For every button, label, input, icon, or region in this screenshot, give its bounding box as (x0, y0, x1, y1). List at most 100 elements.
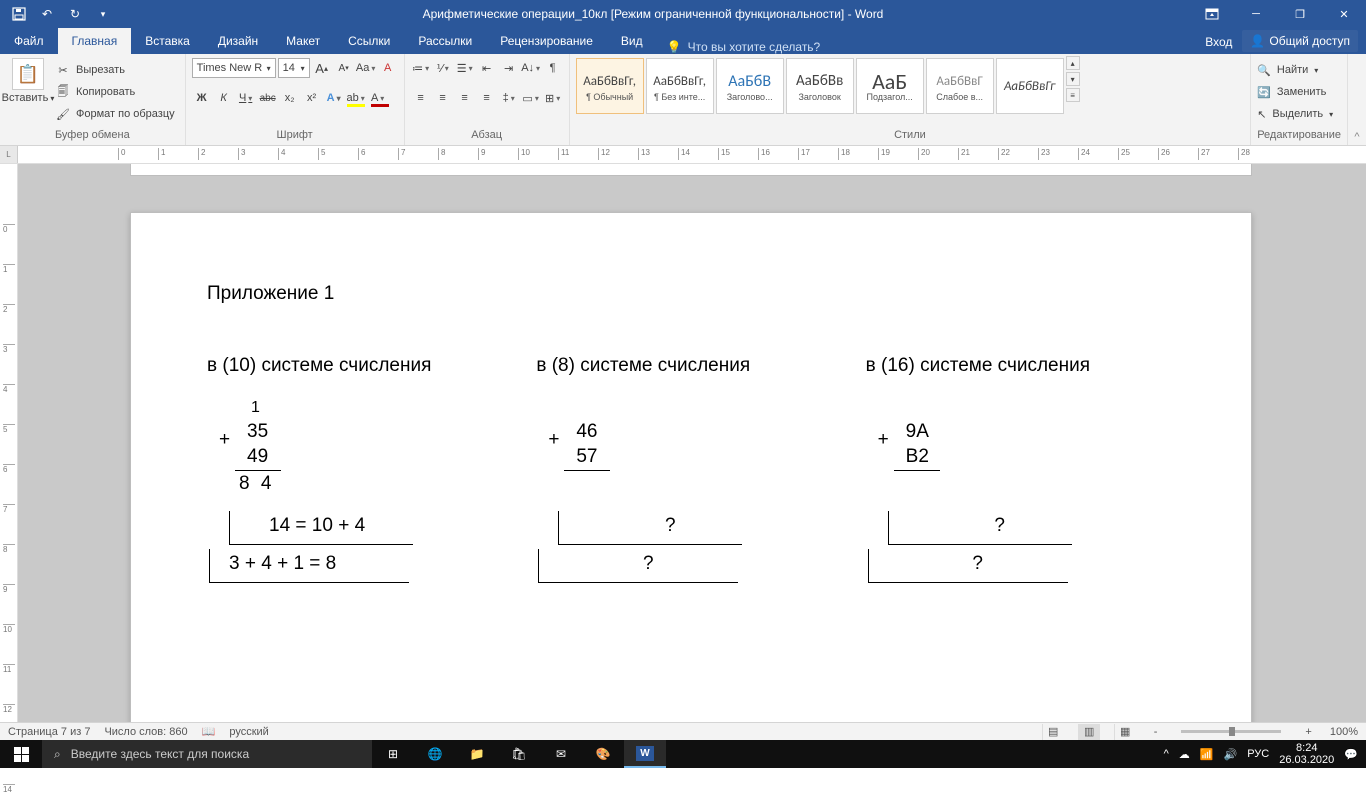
find-button[interactable]: 🔍Найти ▾ (1257, 60, 1333, 80)
ruler-horizontal[interactable]: L 01234567891011121314151617181920212223… (0, 146, 1366, 164)
select-button[interactable]: ↖Выделить ▾ (1257, 104, 1333, 124)
zoom-level[interactable]: 100% (1330, 726, 1358, 738)
save-icon[interactable] (6, 2, 32, 26)
subscript-button[interactable]: x₂ (280, 88, 300, 108)
font-name-select[interactable]: Times New R▾ (192, 58, 276, 78)
styles-more[interactable]: ▴▾≡ (1066, 56, 1080, 102)
status-words[interactable]: Число слов: 860 (104, 726, 187, 738)
undo-icon[interactable]: ↶ (34, 2, 60, 26)
grow-font-button[interactable]: A▴ (312, 58, 332, 78)
text-effects-button[interactable]: A (324, 88, 344, 108)
style-subtle[interactable]: АаБбВвГСлабое в... (926, 58, 994, 114)
tray-lang[interactable]: РУС (1247, 748, 1269, 760)
ribbon-options-icon[interactable] (1190, 0, 1234, 28)
redo-icon[interactable]: ↻ (62, 2, 88, 26)
tab-insert[interactable]: Вставка (131, 28, 204, 54)
justify-button[interactable]: ≡ (477, 88, 497, 108)
tray-onedrive-icon[interactable]: ☁ (1179, 748, 1190, 761)
style-heading1[interactable]: АаБбВЗаголово... (716, 58, 784, 114)
tab-review[interactable]: Рецензирование (486, 28, 607, 54)
view-print-button[interactable]: ▥ (1078, 724, 1100, 740)
taskbar-clock[interactable]: 8:24 26.03.2020 (1279, 742, 1334, 766)
tell-me[interactable]: 💡 Что вы хотите сделать? (657, 40, 821, 54)
share-button[interactable]: 👤 Общий доступ (1242, 30, 1358, 52)
start-button[interactable] (0, 740, 42, 768)
collapse-ribbon-button[interactable]: ^ (1348, 54, 1366, 145)
superscript-button[interactable]: x² (302, 88, 322, 108)
sort-button[interactable]: A↓ (521, 58, 541, 78)
borders-button[interactable]: ⊞ (543, 88, 563, 108)
bold-button[interactable]: Ж (192, 88, 212, 108)
align-center-button[interactable]: ≡ (433, 88, 453, 108)
inc-indent-button[interactable]: ⇥ (499, 58, 519, 78)
numbering-button[interactable]: ⅟ (433, 58, 453, 78)
tab-mailings[interactable]: Рассылки (404, 28, 486, 54)
paste-button[interactable]: 📋 Вставить▾ (6, 56, 50, 104)
tab-references[interactable]: Ссылки (334, 28, 404, 54)
document-content[interactable]: Приложение 1 в (10) системе счисления 1 … (207, 283, 1175, 583)
store-icon[interactable]: 🛍 (498, 740, 540, 768)
clear-format-button[interactable]: A (378, 58, 398, 78)
tab-file[interactable]: Файл (0, 28, 58, 54)
view-web-button[interactable]: ▦ (1114, 724, 1136, 740)
spellcheck-icon[interactable]: 📖 (202, 725, 216, 738)
zoom-in-button[interactable]: + (1301, 726, 1315, 738)
action-center-icon[interactable]: 💬 (1344, 748, 1358, 761)
multilevel-button[interactable]: ☰ (455, 58, 475, 78)
tray-volume-icon[interactable]: 🔊 (1224, 748, 1238, 761)
quick-access-toolbar: ↶ ↻ ▾ (0, 2, 116, 26)
minimize-icon[interactable]: ─ (1234, 0, 1278, 28)
tray-chevron-icon[interactable]: ^ (1164, 748, 1169, 760)
edge-icon[interactable]: 🌐 (414, 740, 456, 768)
style-subtitle[interactable]: АаБПодзагол... (856, 58, 924, 114)
tab-design[interactable]: Дизайн (204, 28, 272, 54)
document-scroll[interactable]: Приложение 1 в (10) системе счисления 1 … (18, 164, 1366, 722)
view-read-button[interactable]: ▤ (1042, 724, 1064, 740)
tray-wifi-icon[interactable]: 📶 (1200, 748, 1214, 761)
replace-button[interactable]: 🔄Заменить (1257, 82, 1333, 102)
line-spacing-button[interactable]: ‡ (499, 88, 519, 108)
show-marks-button[interactable]: ¶ (543, 58, 563, 78)
shading-button[interactable]: ▭ (521, 88, 541, 108)
cut-button[interactable]: ✂Вырезать (56, 60, 175, 80)
strike-button[interactable]: abc (258, 88, 278, 108)
style-title[interactable]: АаБбВвЗаголовок (786, 58, 854, 114)
highlight-button[interactable]: ab (346, 88, 366, 108)
font-size-select[interactable]: 14▾ (278, 58, 310, 78)
format-painter-button[interactable]: 🖌Формат по образцу (56, 104, 175, 124)
signin-link[interactable]: Вход (1205, 35, 1232, 49)
style-normal[interactable]: АаБбВвГг,¶ Обычный (576, 58, 644, 114)
bullets-button[interactable]: ≔ (411, 58, 431, 78)
change-case-button[interactable]: Aa (356, 58, 376, 78)
status-page[interactable]: Страница 7 из 7 (8, 726, 90, 738)
paint-icon[interactable]: 🎨 (582, 740, 624, 768)
close-icon[interactable]: ✕ (1322, 0, 1366, 28)
ruler-vertical[interactable]: 01234567891011121314 (0, 164, 18, 722)
style-emphasis[interactable]: АаБбВвГг (996, 58, 1064, 114)
explorer-icon[interactable]: 📁 (456, 740, 498, 768)
font-color-button[interactable]: A (368, 88, 388, 108)
scissors-icon: ✂ (56, 64, 70, 77)
underline-button[interactable]: Ч (236, 88, 256, 108)
copy-button[interactable]: 🗐Копировать (56, 82, 175, 102)
maximize-icon[interactable]: ❐ (1278, 0, 1322, 28)
plus-sign: + (878, 427, 889, 453)
zoom-out-button[interactable]: - (1150, 726, 1162, 738)
align-right-button[interactable]: ≡ (455, 88, 475, 108)
status-language[interactable]: русский (229, 726, 268, 738)
taskbar-search[interactable]: ⌕ Введите здесь текст для поиска (42, 740, 372, 768)
tab-view[interactable]: Вид (607, 28, 657, 54)
word-icon[interactable]: W (624, 740, 666, 768)
page[interactable]: Приложение 1 в (10) системе счисления 1 … (130, 212, 1252, 722)
shrink-font-button[interactable]: A▾ (334, 58, 354, 78)
tab-layout[interactable]: Макет (272, 28, 334, 54)
qat-customize-icon[interactable]: ▾ (90, 2, 116, 26)
style-nospacing[interactable]: АаБбВвГг,¶ Без инте... (646, 58, 714, 114)
italic-button[interactable]: К (214, 88, 234, 108)
mail-icon[interactable]: ✉ (540, 740, 582, 768)
dec-indent-button[interactable]: ⇤ (477, 58, 497, 78)
align-left-button[interactable]: ≡ (411, 88, 431, 108)
task-view-button[interactable]: ⊞ (372, 740, 414, 768)
zoom-slider[interactable] (1181, 730, 1281, 733)
tab-home[interactable]: Главная (58, 28, 132, 54)
